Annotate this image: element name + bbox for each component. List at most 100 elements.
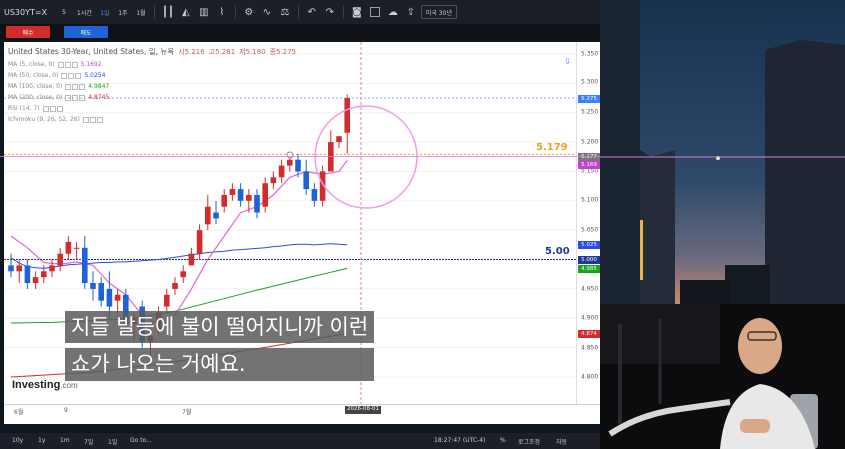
interval-1m[interactable]: 1월 (133, 4, 149, 20)
candle-body (49, 265, 55, 272)
candle-body (295, 159, 301, 172)
range-1y[interactable]: 1y (38, 437, 45, 444)
upload-icon[interactable]: ⇪ (403, 4, 419, 20)
goto-button[interactable]: Go to... (130, 437, 152, 444)
time-label: 7월 (182, 409, 192, 416)
indicator-value: 4.8745 (88, 94, 110, 101)
interval-1h[interactable]: 1시간 (74, 4, 95, 20)
toolbar-divider (153, 5, 155, 19)
gear-icon[interactable]: ⚙ (241, 4, 257, 20)
price-badge-crosshair: 5.177 (578, 153, 600, 161)
range-1m[interactable]: 1m (60, 437, 70, 444)
indicator-label: MA (5, close, 0) (8, 61, 55, 68)
legend-title-row: United States 30-Year, United States, 일,… (8, 46, 296, 57)
indicator-ma100[interactable]: MA (100, close, 0) 4.9847 (8, 83, 296, 90)
candle-body (344, 98, 350, 133)
color-icon[interactable] (367, 4, 383, 20)
indicator-controls[interactable] (57, 61, 78, 68)
candle-body (65, 241, 72, 254)
sell-button[interactable]: 매도 (64, 26, 108, 38)
candles-icon[interactable]: ┃┃ (160, 4, 176, 20)
candle-body (106, 288, 113, 307)
indicator-ma50[interactable]: MA (50, close, 0) 5.0254 (8, 72, 296, 79)
indicator-label: MA (100, close, 0) (8, 83, 63, 90)
interval-1w[interactable]: 1주 (115, 4, 131, 20)
candle-body (57, 253, 63, 266)
price-tick: 5.250 (581, 108, 599, 116)
lines-icon[interactable]: ⌇ (214, 4, 230, 20)
price-badge-ma5: 5.169 (578, 161, 600, 169)
candle-body (205, 206, 211, 225)
candle-body (180, 271, 186, 278)
price-badge-level: 5.000 (578, 256, 600, 264)
price-tick: 5.050 (581, 226, 599, 234)
toolbar-divider (234, 5, 236, 19)
camera-icon[interactable]: ◙ (349, 4, 365, 20)
log-toggle[interactable]: 로그조정 (518, 437, 540, 446)
price-badge-ma200: 4.874 (578, 330, 600, 338)
candle-body (114, 294, 121, 301)
subtitle-line: 지들 발등에 불이 떨어지니까 이런 (65, 311, 375, 344)
toolbar-divider (342, 5, 344, 19)
price-badge-ma100: 4.985 (578, 265, 600, 273)
legend-open: 시5.216 (178, 47, 205, 56)
marker-dot (286, 151, 294, 159)
indicator-controls[interactable] (42, 105, 63, 112)
compare-icon[interactable]: ⚖ (277, 4, 293, 20)
indicator-ma5[interactable]: MA (5, close, 0) 5.1692 (8, 61, 296, 68)
symbol-label[interactable]: US30YT=X (4, 8, 54, 17)
candle-body (246, 194, 252, 201)
candle-body (164, 294, 170, 307)
indicator-controls[interactable] (61, 72, 82, 79)
indicator-controls[interactable] (65, 83, 86, 90)
city-sky-photo (600, 0, 845, 304)
indicator-controls[interactable] (65, 94, 86, 101)
indicators-icon[interactable]: ∿ (259, 4, 275, 20)
subtitle-line: 쇼가 나오는 거예요. (65, 348, 375, 381)
time-label: 9 (64, 407, 68, 414)
candle-body (196, 230, 203, 254)
price-axis[interactable]: 5.350 5.300 5.250 5.200 5.150 5.100 5.05… (576, 42, 600, 404)
candle-body (237, 189, 244, 201)
timezone-select[interactable]: 미국 30년 (420, 5, 457, 19)
investing-logo: Investing.com (12, 379, 78, 391)
undo-icon[interactable]: ↶ (304, 4, 320, 20)
time-axis[interactable]: 6월 9 7월 2026-08-01 (4, 404, 600, 424)
interval-5[interactable]: 5 (56, 4, 72, 20)
indicator-label: MA (50, close, 0) (8, 72, 59, 79)
indicator-ma200[interactable]: MA (200, close, 0) 4.8745 (8, 94, 296, 101)
crosshair-horizontal (0, 156, 600, 157)
price-tick: 4.850 (581, 344, 599, 352)
range-10y[interactable]: 10y (12, 437, 23, 444)
cloud-icon[interactable]: ☁ (385, 4, 401, 20)
legend-close: 종5.275 (269, 47, 297, 56)
bars-icon[interactable]: ▥ (196, 4, 212, 20)
candle-body (278, 165, 285, 178)
candle-body (188, 253, 195, 266)
price-badge-ma50: 5.025 (578, 241, 600, 249)
chart-legend: United States 30-Year, United States, 일,… (8, 46, 296, 123)
interval-1d[interactable]: 1일 (97, 4, 113, 20)
price-tick: 4.800 (581, 373, 599, 381)
price-tick: 5.300 (581, 78, 599, 86)
buy-button[interactable]: 매수 (6, 26, 50, 38)
indicator-ichimoku[interactable]: Ichimoku (9, 26, 52, 26) (8, 116, 296, 123)
indicator-controls[interactable] (82, 116, 103, 123)
indicator-rsi[interactable]: RSI (14, 7) (8, 105, 296, 112)
time-label: 6월 (14, 409, 24, 416)
range-7d[interactable]: 7일 (84, 437, 93, 446)
candle-body (73, 247, 80, 249)
price-tick: 4.900 (581, 314, 599, 322)
candle-body (336, 136, 342, 143)
area-icon[interactable]: ◭ (178, 4, 194, 20)
candle-body (90, 283, 96, 289)
trade-row: 매수 매도 (0, 24, 600, 40)
range-1d[interactable]: 1일 (108, 437, 117, 446)
candle-body (213, 212, 219, 219)
chart-settings-icon: ⇩ (564, 57, 571, 66)
auto-toggle[interactable]: 자동 (556, 437, 567, 446)
subtitles: 지들 발등에 불이 떨어지니까 이런 쇼가 나오는 거예요. (65, 311, 375, 381)
percent-toggle[interactable]: % (500, 437, 506, 444)
logo-brand: Investing (12, 379, 61, 391)
redo-icon[interactable]: ↷ (322, 4, 338, 20)
